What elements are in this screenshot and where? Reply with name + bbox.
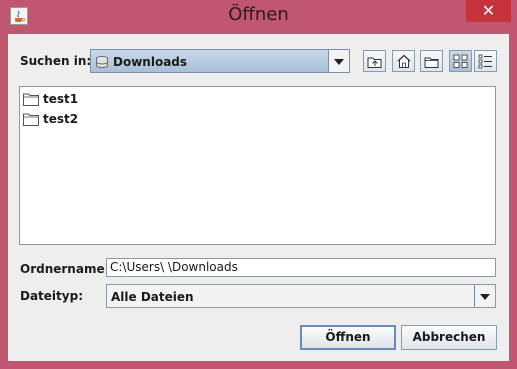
file-list[interactable]: test1 test2 — [19, 86, 496, 245]
look-in-combobox[interactable]: Downloads — [90, 49, 350, 73]
list-item-name: test1 — [43, 92, 79, 106]
file-type-label: Dateityp: — [20, 289, 83, 303]
dialog-body: Suchen in: Downloads test1 test2 Ordnern… — [8, 34, 509, 361]
folder-name-label: Ordnername: — [20, 262, 110, 276]
look-in-value: Downloads — [113, 55, 188, 69]
title-bar[interactable]: Öffnen ✕ — [0, 0, 517, 34]
details-view-button[interactable] — [474, 50, 497, 72]
folder-icon — [23, 113, 39, 126]
look-in-dropdown-arrow[interactable] — [328, 50, 349, 72]
file-type-dropdown-arrow[interactable] — [474, 285, 495, 307]
folder-name-field[interactable]: C:\Users\ \Downloads — [106, 258, 496, 277]
list-view-button[interactable] — [449, 50, 472, 72]
home-button[interactable] — [392, 50, 415, 72]
open-dialog-window: Öffnen ✕ Suchen in: Downloads test1 test… — [0, 0, 517, 369]
close-button[interactable]: ✕ — [466, 0, 511, 22]
up-one-level-button[interactable] — [363, 50, 386, 72]
open-button[interactable]: Öffnen — [300, 325, 396, 350]
file-type-combobox[interactable]: Alle Dateien — [106, 284, 496, 308]
new-folder-button[interactable] — [420, 50, 443, 72]
drive-icon — [95, 54, 109, 73]
new-folder-icon — [424, 57, 439, 68]
list-item-name: test2 — [43, 112, 79, 126]
up-one-level-icon — [367, 57, 382, 68]
look-in-label: Suchen in: — [20, 54, 92, 68]
cancel-button[interactable]: Abbrechen — [401, 325, 497, 350]
window-title: Öffnen — [228, 4, 289, 25]
chevron-down-icon — [334, 59, 344, 65]
folder-icon — [23, 93, 39, 106]
home-icon — [397, 54, 411, 68]
list-view-icon — [453, 54, 468, 68]
details-view-icon — [478, 54, 492, 69]
chevron-down-icon — [480, 294, 490, 300]
file-type-value: Alle Dateien — [111, 290, 194, 304]
